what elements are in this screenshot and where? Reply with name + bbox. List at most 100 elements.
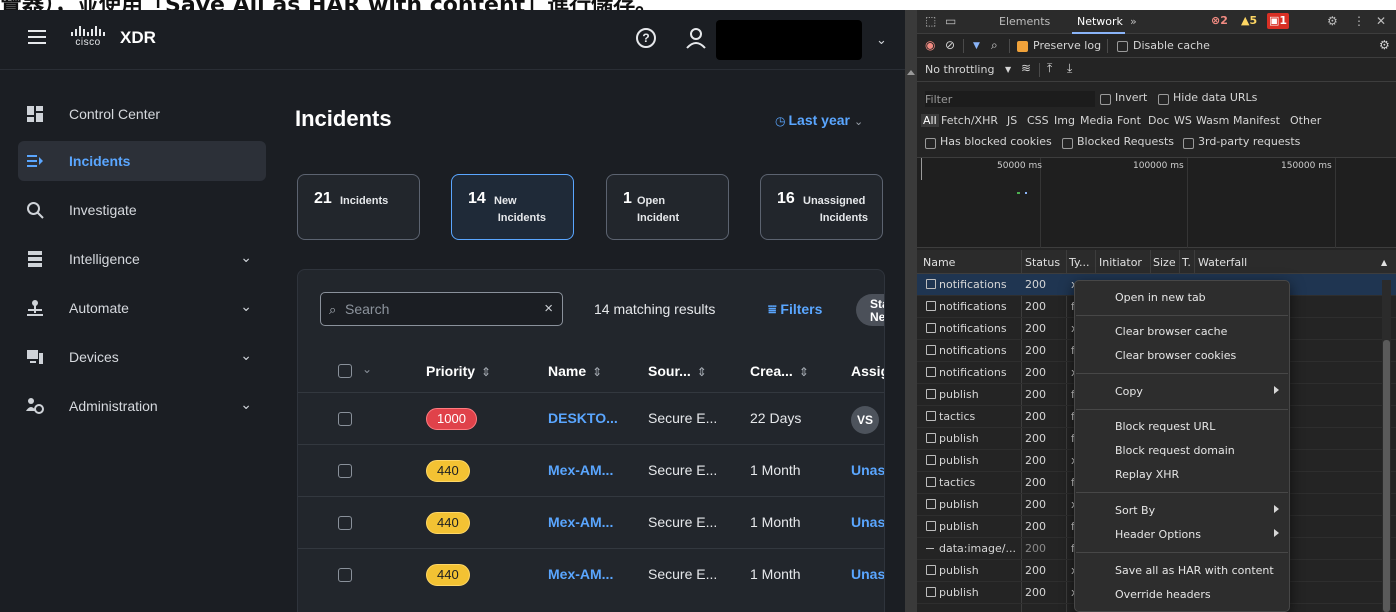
chevron-down-icon[interactable]: ⌄ (240, 298, 252, 315)
filter-type-fetch-xhr[interactable]: Fetch/XHR (941, 114, 998, 127)
issues-count-badge[interactable]: ▣1 (1267, 13, 1290, 29)
assignee-link[interactable]: Unassi (851, 462, 884, 478)
sidebar-item-intelligence[interactable]: Intelligence ⌄ (18, 239, 266, 279)
requests-scrollbar[interactable] (1382, 280, 1391, 612)
filters-button[interactable]: ⩸ Filters (768, 301, 822, 318)
sidebar-item-devices[interactable]: Devices ⌄ (18, 337, 266, 377)
column-source[interactable]: Sour... ⇕ (648, 363, 707, 379)
sidebar-item-incidents[interactable]: Incidents (18, 141, 266, 181)
preserve-log-checkbox[interactable] (1017, 41, 1028, 52)
chevron-down-icon[interactable]: ⌄ (240, 347, 252, 364)
search-icon[interactable]: ⌕ (991, 38, 998, 53)
column-name[interactable]: Name (923, 256, 955, 269)
throttling-select[interactable]: No throttling (925, 63, 994, 76)
filter-type-css[interactable]: CSS (1027, 114, 1049, 127)
menu-item-replay-xhr[interactable]: Replay XHR (1075, 464, 1289, 486)
table-row[interactable]: 440 Mex-AM... Secure E... 1 Month Unassi (298, 548, 884, 600)
select-all-checkbox[interactable] (338, 364, 352, 378)
clear-icon[interactable]: ⊘ (945, 38, 955, 52)
close-icon[interactable]: ✕ (1376, 14, 1386, 28)
menu-item-copy[interactable]: Copy (1075, 381, 1289, 403)
menu-icon[interactable] (28, 30, 46, 44)
incident-name-link[interactable]: DESKTO... (548, 410, 618, 426)
error-count-badge[interactable]: ⊗2 (1209, 13, 1230, 29)
chevron-down-icon[interactable]: ⌄ (240, 396, 252, 413)
tab-network[interactable]: Network (1077, 15, 1123, 28)
menu-item-clear-browser-cookies[interactable]: Clear browser cookies (1075, 345, 1289, 367)
filter-type-img[interactable]: Img (1054, 114, 1075, 127)
devtools-resize-gutter[interactable] (905, 10, 917, 612)
filter-icon[interactable]: ▼ (973, 41, 980, 51)
hide-data-urls-checkbox[interactable] (1158, 94, 1169, 105)
scrollbar-thumb[interactable] (1383, 340, 1390, 612)
row-checkbox[interactable] (338, 568, 352, 582)
menu-item-save-all-as-har[interactable]: Save all as HAR with content (1075, 560, 1289, 582)
network-settings-gear-icon[interactable]: ⚙ (1379, 38, 1390, 52)
filter-type-all[interactable]: All (921, 114, 939, 127)
export-har-icon[interactable]: ⤓ (1067, 61, 1072, 76)
table-row[interactable]: 440 Mex-AM... Secure E... 1 Month Unassi (298, 496, 884, 548)
close-icon[interactable]: × (544, 300, 553, 317)
inspect-element-icon[interactable]: ⬚ (925, 14, 936, 28)
filter-type-font[interactable]: Font (1117, 114, 1141, 127)
blocked-requests-checkbox[interactable] (1062, 138, 1073, 149)
warning-count-badge[interactable]: ▲5 (1239, 13, 1259, 29)
chevron-down-icon[interactable]: ⌄ (362, 362, 372, 376)
more-options-icon[interactable]: ⋮ (1353, 14, 1365, 28)
summary-card-new-incidents[interactable]: 14 New Incidents (451, 174, 574, 240)
column-initiator[interactable]: Initiator (1099, 256, 1142, 269)
row-checkbox[interactable] (338, 464, 352, 478)
filter-type-other[interactable]: Other (1290, 114, 1321, 127)
column-type[interactable]: Ty... (1069, 256, 1089, 269)
column-priority[interactable]: Priority ⇕ (426, 363, 491, 379)
search-box[interactable]: ⌕ × (320, 292, 563, 326)
column-created[interactable]: Crea... ⇕ (750, 363, 809, 379)
incident-name-link[interactable]: Mex-AM... (548, 514, 613, 530)
sort-ascending-icon[interactable]: ▲ (1381, 258, 1387, 267)
disable-cache-checkbox[interactable] (1117, 41, 1128, 52)
incident-name-link[interactable]: Mex-AM... (548, 566, 613, 582)
record-icon[interactable]: ◉ (925, 38, 935, 52)
filter-type-media[interactable]: Media (1080, 114, 1113, 127)
third-party-requests-checkbox[interactable] (1183, 138, 1194, 149)
invert-checkbox[interactable] (1100, 94, 1111, 105)
menu-item-sort-by[interactable]: Sort By (1075, 500, 1289, 522)
help-icon[interactable]: ? (636, 28, 656, 48)
menu-item-clear-browser-cache[interactable]: Clear browser cache (1075, 321, 1289, 343)
tab-elements[interactable]: Elements (999, 15, 1050, 28)
menu-item-block-request-url[interactable]: Block request URL (1075, 416, 1289, 438)
chevron-down-icon[interactable]: ⌄ (876, 32, 887, 48)
filter-type-doc[interactable]: Doc (1148, 114, 1169, 127)
more-tabs-icon[interactable]: » (1130, 15, 1137, 28)
filter-type-js[interactable]: JS (1007, 114, 1017, 127)
gear-icon[interactable]: ⚙ (1327, 14, 1338, 28)
status-filter-pill[interactable]: StatNew (856, 294, 884, 326)
assignee-link[interactable]: Unassi (851, 514, 884, 530)
menu-item-override-headers[interactable]: Override headers (1075, 584, 1289, 606)
menu-item-open-in-new-tab[interactable]: Open in new tab (1075, 287, 1289, 309)
table-row[interactable]: 1000 DESKTO... Secure E... 22 Days VS (298, 392, 884, 444)
filter-type-wasm[interactable]: Wasm (1196, 114, 1229, 127)
filter-type-manifest[interactable]: Manifest (1233, 114, 1280, 127)
sidebar-item-control-center[interactable]: Control Center (18, 94, 266, 134)
row-checkbox[interactable] (338, 412, 352, 426)
network-conditions-icon[interactable]: ≋ (1021, 61, 1031, 75)
column-time[interactable]: T. (1182, 256, 1191, 269)
has-blocked-cookies-checkbox[interactable] (925, 138, 936, 149)
filter-input[interactable] (925, 91, 1095, 107)
incident-name-link[interactable]: Mex-AM... (548, 462, 613, 478)
column-name[interactable]: Name ⇕ (548, 363, 602, 379)
filter-type-ws[interactable]: WS (1174, 114, 1192, 127)
menu-item-header-options[interactable]: Header Options (1075, 524, 1289, 546)
import-har-icon[interactable]: ⤒ (1047, 61, 1052, 76)
time-range-selector[interactable]: ◷ Last year ⌄ (775, 112, 863, 128)
device-toolbar-icon[interactable]: ▭ (945, 14, 956, 28)
table-row[interactable]: 440 Mex-AM... Secure E... 1 Month Unassi (298, 444, 884, 496)
menu-item-block-request-domain[interactable]: Block request domain (1075, 440, 1289, 462)
network-overview-timeline[interactable]: 50000 ms 100000 ms 150000 ms (917, 158, 1396, 248)
throttling-caret-icon[interactable]: ▼ (1005, 65, 1011, 74)
summary-card-incidents[interactable]: 21 Incidents (297, 174, 420, 240)
avatar[interactable]: VS (851, 406, 879, 434)
column-assignee[interactable]: Assign (851, 363, 884, 379)
sidebar-item-investigate[interactable]: Investigate (18, 190, 266, 230)
